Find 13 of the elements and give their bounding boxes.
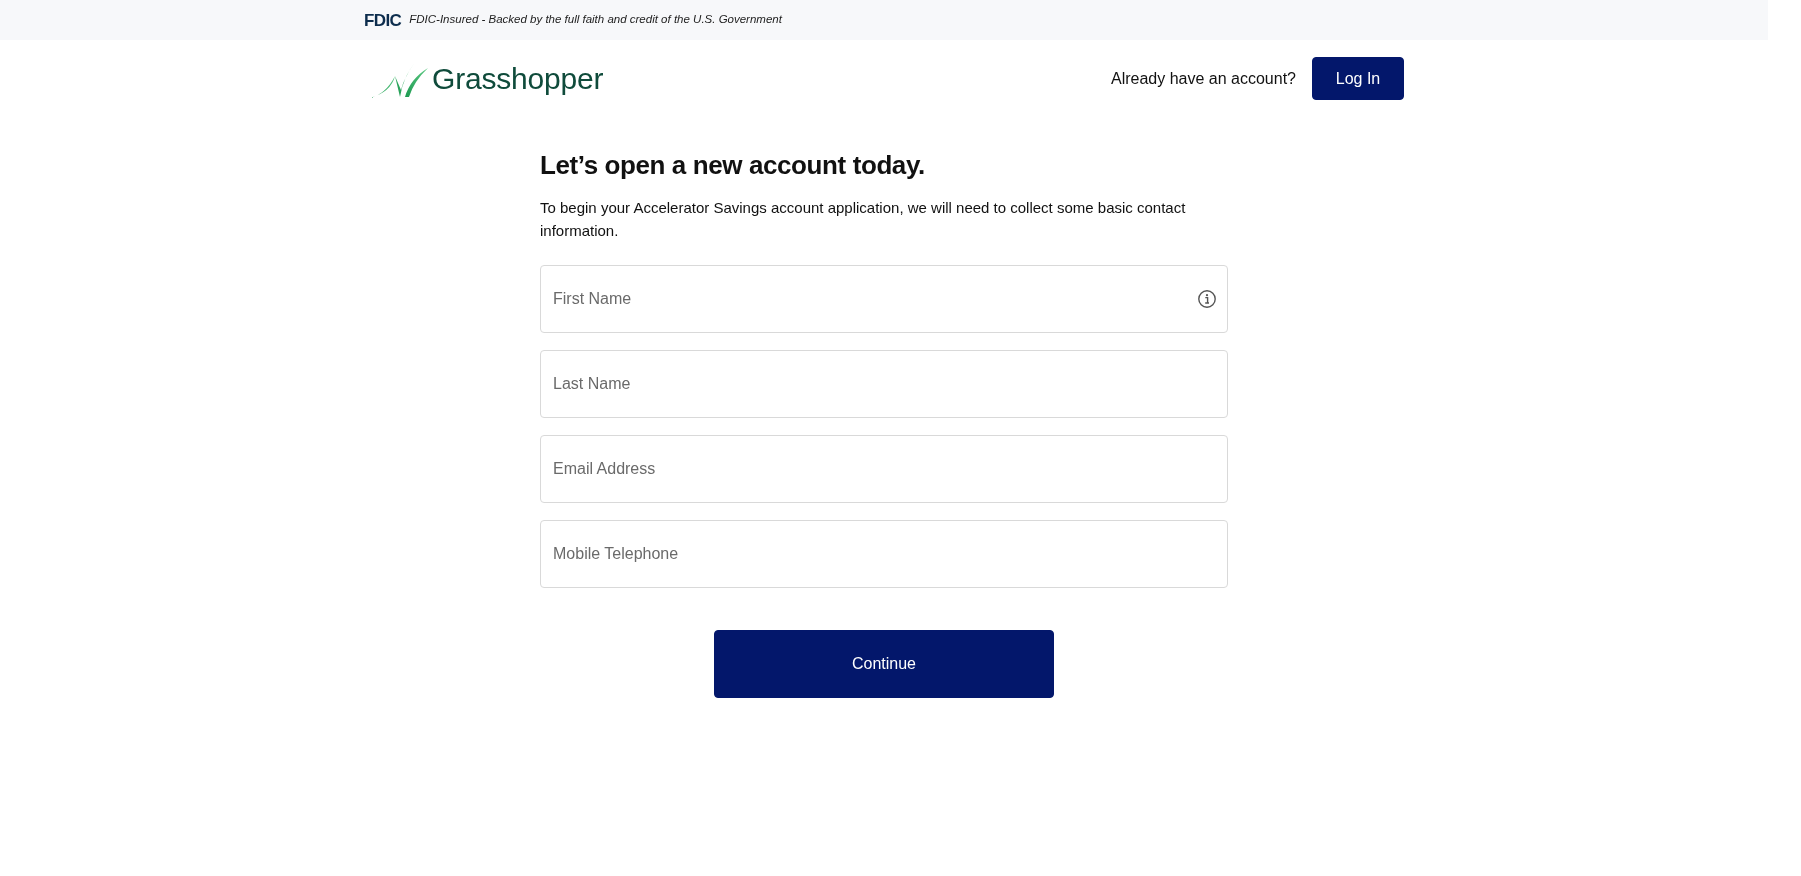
- fdic-notice: FDIC-Insured - Backed by the full faith and credit of the U.S. Government: [409, 12, 782, 28]
- continue-button[interactable]: Continue: [714, 630, 1054, 698]
- page-heading: Let’s open a new account today.: [540, 150, 926, 181]
- fdic-logo: FDIC: [364, 11, 402, 29]
- input-field[interactable]: Last Name: [540, 350, 1228, 418]
- logo[interactable]: Grasshopper: [364, 58, 604, 99]
- login-button[interactable]: Log In: [1312, 57, 1404, 100]
- input-field[interactable]: First Name: [540, 265, 1228, 333]
- account-prompt: Already have an account?: [1111, 68, 1296, 89]
- input-field[interactable]: Mobile Telephone: [540, 520, 1228, 588]
- info-icon[interactable]: [1198, 290, 1216, 308]
- intro-text: To begin your Accelerator Savings account application, we will need to collect some basic contact information.: [540, 198, 1187, 241]
- input-field[interactable]: Email Address: [540, 435, 1228, 503]
